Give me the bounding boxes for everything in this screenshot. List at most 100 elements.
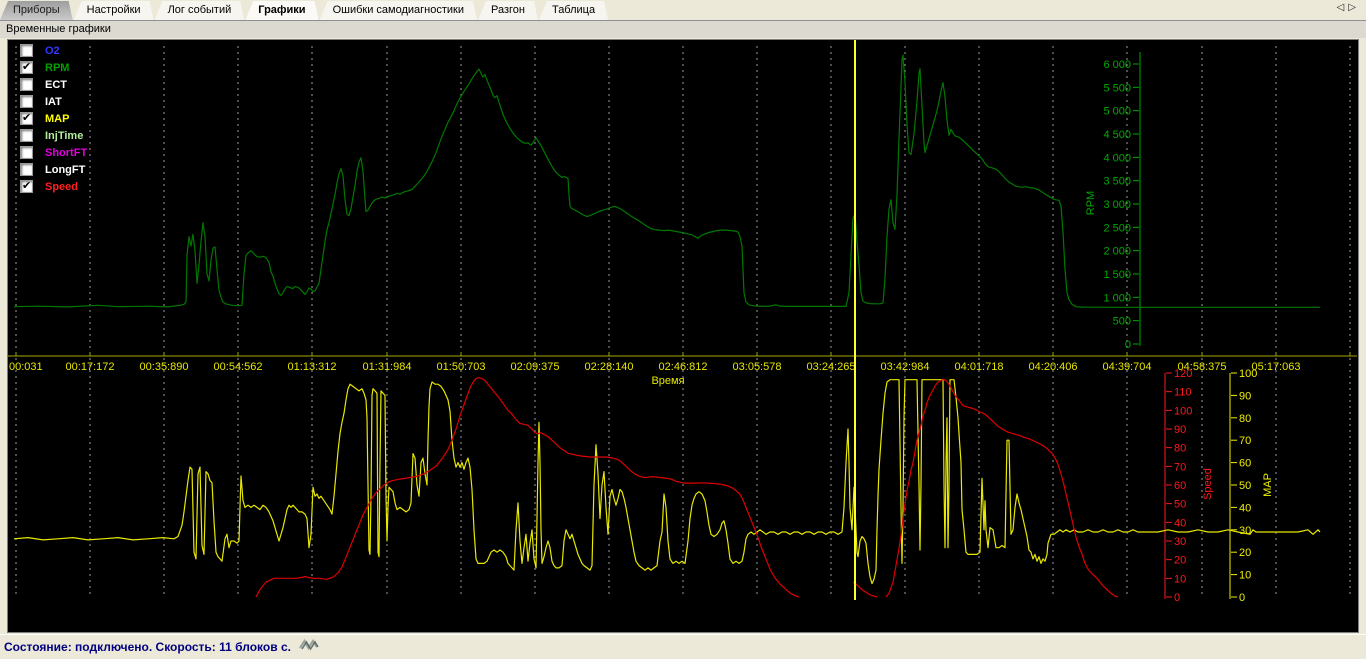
legend-row-ect: ECT [20,76,87,93]
rpm-tick-label: 500 [1113,316,1131,328]
speed-tick-label: 90 [1174,424,1186,436]
legend-row-speed: ✔ Speed [20,178,87,195]
speed-trace [255,377,800,598]
rpm-tick-label: 0 [1125,339,1131,351]
checkbox-iat[interactable] [20,95,33,108]
speed-tick-label: 60 [1174,480,1186,492]
rpm-tick-label: 3 000 [1103,199,1131,211]
checkbox-o2[interactable] [20,44,33,57]
time-tick-label: 00:35:890 [140,361,189,373]
time-tick-label: 01:50:703 [437,361,486,373]
time-tick-label: 00:17:172 [66,361,115,373]
legend-label-shortft: ShortFT [45,146,88,159]
time-tick-label: 03:05:578 [733,361,782,373]
rpm-tick-label: 6 000 [1103,59,1131,71]
rpm-tick-label: 2 500 [1103,222,1131,234]
legend-label-iat: IAT [45,95,62,108]
time-axis-title: Время [651,375,684,387]
check-icon: ✔ [22,61,32,73]
rpm-tick-label: 2 000 [1103,246,1131,258]
rpm-tick-label: 1 000 [1103,292,1131,304]
check-icon: ✔ [22,180,32,192]
speed-tick-label: 20 [1174,555,1186,567]
checkbox-longft[interactable] [20,163,33,176]
legend-label-longft: LongFT [45,163,86,176]
chart-legend: O2 ✔ RPM ECT IAT ✔ MAP InjTime ShortFT LongFT ✔ Spe… [20,42,87,195]
legend-row-map: ✔ MAP [20,110,87,127]
legend-label-o2: O2 [45,44,60,57]
map-tick-label: 10 [1239,570,1251,582]
speed-tick-label: 10 [1174,573,1186,585]
tab-scroll-left-icon[interactable]: ◁ [1337,2,1349,13]
activity-icon [299,638,319,656]
tab-table[interactable]: Таблица [539,1,608,20]
time-graphs-plot[interactable]: 00:031 00:17:172 00:35:890 00:54:562 01:13:3… [8,40,1358,632]
time-tick-label: 00:54:562 [214,361,263,373]
speed-tick-label: 80 [1174,443,1186,455]
speed-tick-label: 50 [1174,499,1186,511]
speed-tick-label: 120 [1174,368,1192,380]
tab-instruments[interactable]: Приборы [0,1,73,20]
page-title: Временные графики [0,21,1366,38]
status-bar: Состояние: подключено. Скорость: 11 блок… [0,634,1366,659]
map-tick-label: 40 [1239,502,1251,514]
map-tick-label: 90 [1239,390,1251,402]
map-axis-title: MAP [1262,473,1274,497]
time-tick-label: 04:01:718 [955,361,1004,373]
time-tick-label: 03:24:265 [807,361,856,373]
speed-tick-label: 110 [1174,387,1192,399]
checkbox-ect[interactable] [20,78,33,91]
checkbox-injtime[interactable] [20,129,33,142]
tab-bar: Приборы Настройки Лог событий Графики Ошибки… [0,0,1366,21]
tab-acceleration[interactable]: Разгон [478,1,538,20]
tab-diagnostic-errors[interactable]: Ошибки самодиагностики [320,1,477,20]
time-tick-label: 01:13:312 [288,361,337,373]
rpm-tick-label: 3 500 [1103,176,1131,188]
rpm-tick-label: 4 500 [1103,129,1131,141]
map-trace [13,379,1321,585]
checkbox-rpm[interactable]: ✔ [20,61,33,74]
map-tick-label: 100 [1239,368,1257,380]
time-tick-label: 05:17:063 [1252,361,1301,373]
checkbox-map[interactable]: ✔ [20,112,33,125]
tab-scrollers: ◁▷ [1337,2,1360,13]
time-tick-label: 00:031 [9,361,43,373]
speed-axis-title: Speed [1202,468,1214,500]
checkbox-shortft[interactable] [20,146,33,159]
chart-panel: 00:031 00:17:172 00:35:890 00:54:562 01:13:3… [7,39,1359,633]
map-tick-label: 30 [1239,525,1251,537]
time-tick-label: 01:31:984 [363,361,412,373]
time-tick-label: 02:28:140 [585,361,634,373]
time-tick-label: 02:09:375 [511,361,560,373]
legend-row-iat: IAT [20,93,87,110]
speed-tick-label: 100 [1174,405,1192,417]
legend-row-shortft: ShortFT [20,144,87,161]
status-text: Состояние: подключено. Скорость: 11 блок… [4,640,291,654]
legend-label-map: MAP [45,112,70,125]
time-tick-label: 04:20:406 [1029,361,1078,373]
map-tick-label: 80 [1239,413,1251,425]
tab-settings[interactable]: Настройки [74,1,154,20]
map-tick-label: 0 [1239,592,1245,604]
speed-tick-label: 0 [1174,592,1180,604]
speed-tick-label: 30 [1174,536,1186,548]
legend-row-longft: LongFT [20,161,87,178]
time-tick-label: 04:39:704 [1103,361,1152,373]
legend-label-rpm: RPM [45,61,70,74]
legend-label-injtime: InjTime [45,129,84,142]
tab-graphs[interactable]: Графики [245,1,318,20]
legend-label-speed: Speed [45,180,79,193]
map-tick-label: 60 [1239,458,1251,470]
map-tick-label: 50 [1239,480,1251,492]
legend-row-o2: O2 [20,42,87,59]
legend-row-injtime: InjTime [20,127,87,144]
checkbox-speed[interactable]: ✔ [20,180,33,193]
legend-row-rpm: ✔ RPM [20,59,87,76]
speed-tick-label: 70 [1174,461,1186,473]
tab-event-log[interactable]: Лог событий [155,1,245,20]
time-tick-label: 02:46:812 [659,361,708,373]
check-icon: ✔ [22,112,32,124]
map-tick-label: 20 [1239,547,1251,559]
tab-scroll-right-icon[interactable]: ▷ [1348,2,1360,13]
rpm-tick-label: 5 000 [1103,106,1131,118]
